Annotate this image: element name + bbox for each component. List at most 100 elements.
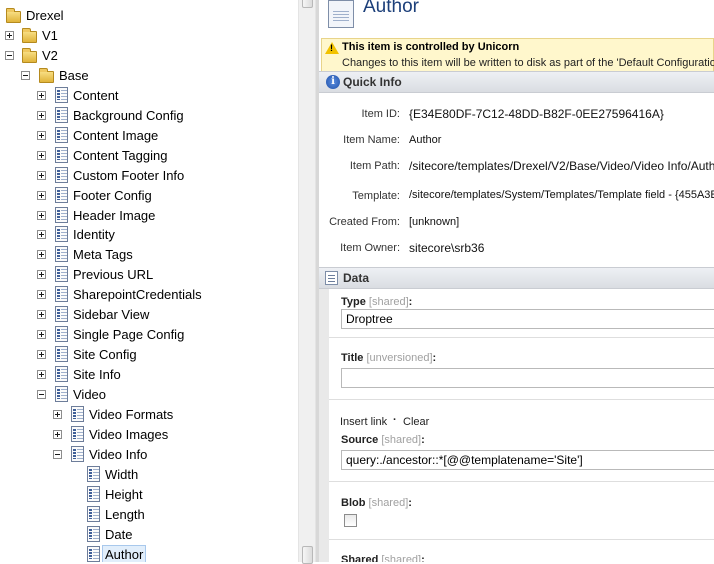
tree-node[interactable]: Site Config	[0, 345, 298, 365]
expand-plus-icon[interactable]	[53, 430, 62, 439]
tree-node-label[interactable]: Content	[73, 87, 119, 105]
title-field-input[interactable]	[341, 368, 714, 388]
tree-node-label[interactable]: Height	[105, 486, 143, 504]
quick-info-section-header[interactable]: i Quick Info	[319, 71, 714, 93]
tree-node[interactable]: Length	[0, 505, 298, 525]
tree-node[interactable]: Sidebar View	[0, 305, 298, 325]
item-id-label: Item ID:	[361, 108, 400, 120]
expand-plus-icon[interactable]	[37, 131, 46, 140]
expand-plus-icon[interactable]	[37, 151, 46, 160]
link-separator-dot: ·	[393, 414, 397, 426]
tree-node-label[interactable]: Video Images	[89, 426, 168, 444]
expand-plus-icon[interactable]	[37, 350, 46, 359]
tree-node[interactable]: SharepointCredentials	[0, 285, 298, 305]
tree-node-label[interactable]: Previous URL	[73, 266, 153, 284]
tree-node[interactable]: Base	[0, 66, 298, 86]
expand-plus-icon[interactable]	[37, 270, 46, 279]
tree-node[interactable]: Video	[0, 385, 298, 405]
tree-node-label[interactable]: Video Info	[89, 446, 147, 464]
tree-node[interactable]: Header Image	[0, 206, 298, 226]
tree-node[interactable]: V2	[0, 46, 298, 66]
tree-node[interactable]: Video Formats	[0, 405, 298, 425]
tree-node-label[interactable]: Site Config	[73, 346, 137, 364]
tree-node[interactable]: Background Config	[0, 106, 298, 126]
expand-plus-icon[interactable]	[37, 230, 46, 239]
tree-node-label[interactable]: Identity	[73, 226, 115, 244]
tree-node-label[interactable]: Author	[102, 545, 147, 562]
tree-node-label[interactable]: Date	[105, 526, 132, 544]
expand-plus-icon[interactable]	[37, 111, 46, 120]
expand-plus-icon[interactable]	[5, 31, 14, 40]
blob-checkbox[interactable]	[344, 514, 357, 527]
tree-node[interactable]: Video Info	[0, 445, 298, 465]
expand-plus-icon[interactable]	[37, 191, 46, 200]
tree-node-label[interactable]: Content Tagging	[73, 147, 167, 165]
item-id-value[interactable]: {E34E80DF-7C12-48DD-B82F-0EE27596416A}	[409, 107, 664, 121]
tree-node-label[interactable]: Sidebar View	[73, 306, 149, 324]
info-icon: i	[326, 75, 340, 89]
template-value[interactable]: /sitecore/templates/System/Templates/Tem…	[409, 189, 714, 201]
tree-node[interactable]: V1	[0, 26, 298, 46]
tree-node-label[interactable]: Site Info	[73, 366, 121, 384]
tree-node[interactable]: Identity	[0, 225, 298, 245]
tree-node-label[interactable]: Video	[73, 386, 106, 404]
tree-node-label[interactable]: Background Config	[73, 107, 184, 125]
tree-node[interactable]: Drexel	[0, 6, 298, 26]
tree-node-label[interactable]: Content Image	[73, 127, 158, 145]
type-field-input[interactable]: Droptree	[341, 309, 714, 329]
tree-node[interactable]: Site Info	[0, 365, 298, 385]
expand-plus-icon[interactable]	[37, 370, 46, 379]
item-path-value[interactable]: /sitecore/templates/Drexel/V2/Base/Video…	[409, 159, 714, 173]
tree-node[interactable]: Video Images	[0, 425, 298, 445]
tree-node[interactable]: Custom Footer Info	[0, 166, 298, 186]
expand-plus-icon[interactable]	[37, 91, 46, 100]
tree-scrollbar[interactable]	[298, 0, 316, 564]
expand-plus-icon[interactable]	[37, 171, 46, 180]
source-field-input[interactable]: query:./ancestor::*[@@templatename='Site…	[341, 450, 714, 470]
expand-plus-icon[interactable]	[37, 211, 46, 220]
collapse-minus-icon[interactable]	[53, 450, 62, 459]
tree-node[interactable]: Meta Tags	[0, 245, 298, 265]
tree-node-label[interactable]: Drexel	[26, 7, 64, 25]
template-icon	[55, 127, 68, 143]
tree-node-label[interactable]: Video Formats	[89, 406, 173, 424]
tree-node-label[interactable]: Meta Tags	[73, 246, 133, 264]
tree-node-label[interactable]: Single Page Config	[73, 326, 184, 344]
expand-plus-icon[interactable]	[37, 310, 46, 319]
tree-node[interactable]: Author	[0, 545, 298, 562]
collapse-minus-icon[interactable]	[37, 390, 46, 399]
tree-node-label[interactable]: Base	[59, 67, 89, 85]
tree-node-label[interactable]: Header Image	[73, 207, 155, 225]
tree-node[interactable]: Width	[0, 465, 298, 485]
tree-node-label[interactable]: Custom Footer Info	[73, 167, 184, 185]
scrollbar-thumb-top[interactable]	[302, 0, 313, 8]
data-section-header[interactable]: Data	[319, 267, 714, 289]
tree-node-label[interactable]: Length	[105, 506, 145, 524]
template-icon	[55, 246, 68, 262]
tree-node-label[interactable]: V1	[42, 27, 58, 45]
collapse-minus-icon[interactable]	[21, 71, 30, 80]
tree-node[interactable]: Content	[0, 86, 298, 106]
tree-node[interactable]: Content Tagging	[0, 146, 298, 166]
collapse-minus-icon[interactable]	[5, 51, 14, 60]
expand-plus-icon[interactable]	[53, 410, 62, 419]
tree-node[interactable]: Height	[0, 485, 298, 505]
tree-node[interactable]: Content Image	[0, 126, 298, 146]
expand-plus-icon[interactable]	[37, 290, 46, 299]
tree-node[interactable]: Single Page Config	[0, 325, 298, 345]
tree-node[interactable]: Footer Config	[0, 186, 298, 206]
folder-icon	[6, 8, 21, 23]
tree-node-label[interactable]: Footer Config	[73, 187, 152, 205]
template-field-icon	[328, 0, 354, 28]
insert-link-link[interactable]: Insert link	[340, 416, 387, 428]
clear-link[interactable]: Clear	[403, 416, 429, 428]
tree-node[interactable]: Date	[0, 525, 298, 545]
expand-plus-icon[interactable]	[37, 330, 46, 339]
tree-node-label[interactable]: SharepointCredentials	[73, 286, 202, 304]
tree-node-label[interactable]: Width	[105, 466, 138, 484]
data-section-title: Data	[343, 271, 370, 285]
expand-plus-icon[interactable]	[37, 250, 46, 259]
tree-node[interactable]: Previous URL	[0, 265, 298, 285]
tree-node-label[interactable]: V2	[42, 47, 58, 65]
scrollbar-thumb-bottom[interactable]	[302, 546, 313, 564]
